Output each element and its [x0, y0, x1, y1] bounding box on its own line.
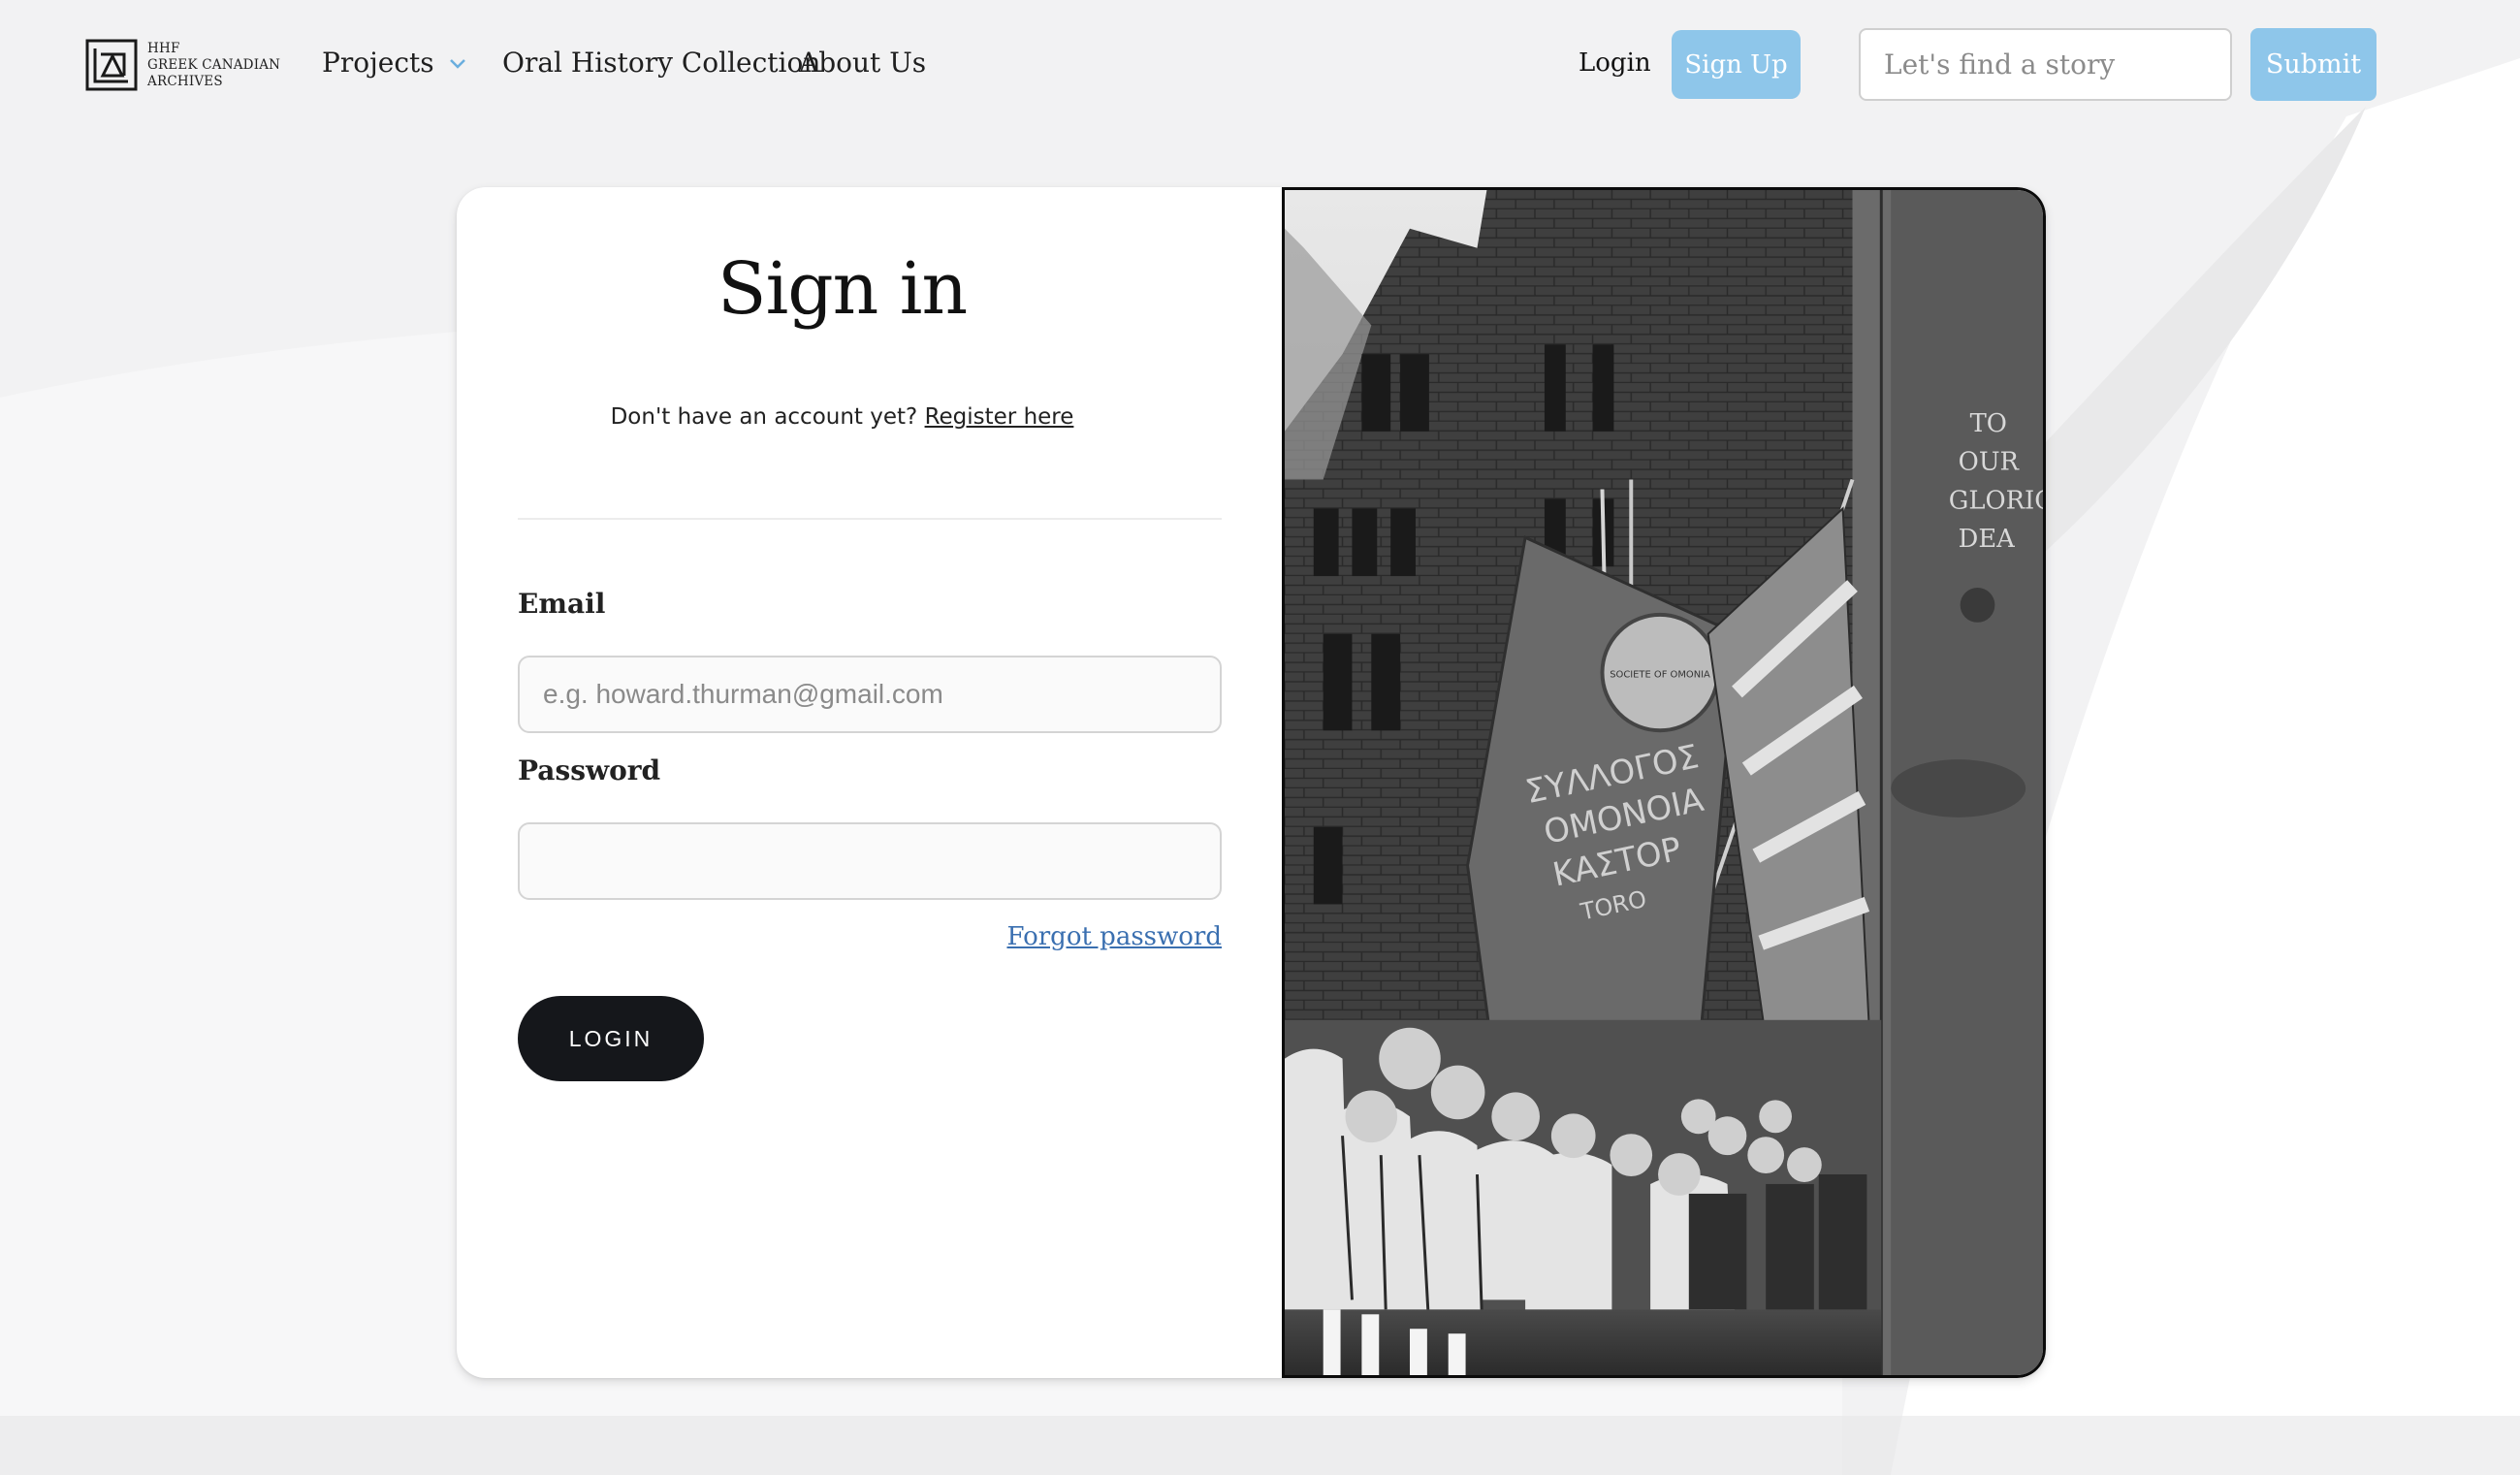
signin-title: Sign in — [717, 247, 968, 331]
sign-up-button[interactable]: Sign Up — [1672, 30, 1801, 99]
monument-text-3: GLORIO — [1949, 486, 2043, 515]
story-search-input[interactable] — [1859, 28, 2232, 101]
register-prompt: Don't have an account yet? Register here — [457, 404, 1228, 430]
password-field[interactable] — [518, 822, 1222, 900]
search-submit-button[interactable]: Submit — [2250, 28, 2376, 101]
archival-photo: TO OUR GLORIO DEA SOCIETE OF OMONIA ΣΥΛΛ… — [1282, 187, 2046, 1378]
header-login-link[interactable]: Login — [1579, 48, 1651, 78]
nav-oral-history-collection[interactable]: Oral History Collection — [502, 47, 820, 79]
banner-seal-text: SOCIETE OF OMONIA — [1610, 670, 1710, 681]
email-field[interactable] — [518, 656, 1222, 733]
nav-projects-label: Projects — [322, 47, 434, 79]
signin-form: Sign in Don't have an account yet? Regis… — [457, 187, 1284, 1378]
nav-about-us[interactable]: About Us — [799, 47, 926, 79]
logo-line-2: GREEK CANADIAN — [147, 56, 281, 73]
logo-wordmark: HHF GREEK CANADIAN ARCHIVES — [147, 41, 280, 90]
logo-line-1: HHF — [147, 40, 180, 56]
nav-projects[interactable]: Projects — [322, 47, 467, 79]
hhf-logo-icon — [85, 39, 138, 91]
logo-line-3: ARCHIVES — [147, 73, 223, 89]
monument-text-1: TO — [1970, 409, 2007, 438]
email-label: Email — [518, 588, 606, 620]
site-logo[interactable]: HHF GREEK CANADIAN ARCHIVES — [85, 39, 280, 91]
monument-text-2: OUR — [1959, 448, 2021, 477]
register-prompt-text: Don't have an account yet? — [610, 404, 918, 430]
forgot-password-link[interactable]: Forgot password — [1006, 922, 1222, 951]
archival-photo-image: TO OUR GLORIO DEA SOCIETE OF OMONIA ΣΥΛΛ… — [1285, 190, 2043, 1375]
signin-card: Sign in Don't have an account yet? Regis… — [457, 187, 2046, 1378]
top-navbar: HHF GREEK CANADIAN ARCHIVES Projects Ora… — [0, 0, 2520, 131]
chevron-down-icon — [449, 58, 465, 69]
monument-text-4: DEA — [1959, 525, 2015, 554]
form-divider — [518, 518, 1222, 520]
register-here-link[interactable]: Register here — [925, 404, 1074, 430]
password-label: Password — [518, 754, 661, 786]
login-button[interactable]: LOGIN — [518, 996, 704, 1081]
